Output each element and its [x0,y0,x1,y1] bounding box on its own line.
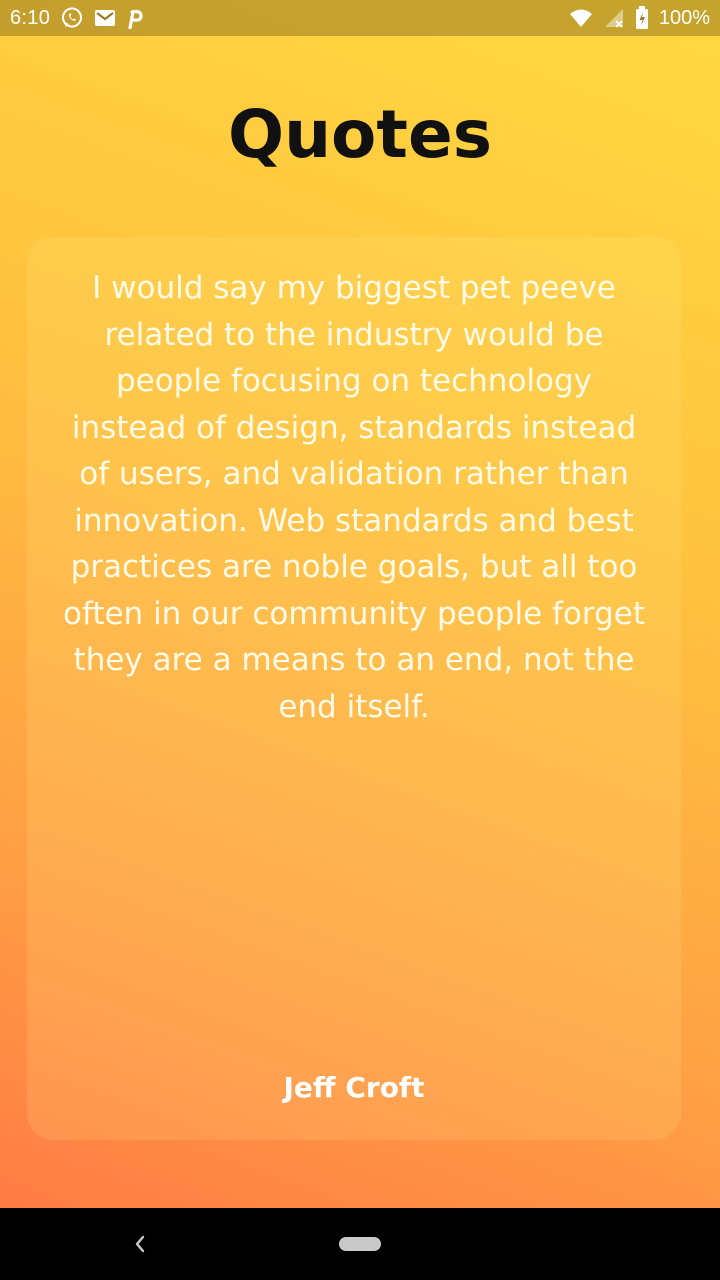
quote-author: Jeff Croft [283,1071,425,1104]
quotes-screen: 6:10 100% Quotes I would say my biggest … [0,0,720,1280]
gmail-icon [94,6,116,30]
quote-card[interactable]: I would say my biggest pet peeve related… [27,237,681,1140]
quote-text: I would say my biggest pet peeve related… [63,270,645,725]
status-right: 100% [569,6,710,30]
page-title: Quotes [227,96,493,173]
status-time: 6:10 [10,6,51,29]
whatsapp-icon [60,6,84,30]
status-bar: 6:10 100% [0,0,720,36]
pinterest-icon [126,6,144,30]
signal-icon [603,6,625,30]
wifi-icon [569,6,593,30]
battery-percentage: 100% [658,6,710,29]
back-icon[interactable] [128,1230,152,1258]
home-pill[interactable] [339,1237,381,1251]
battery-icon [635,6,649,30]
status-left: 6:10 [10,6,144,30]
navigation-bar [0,1208,720,1280]
